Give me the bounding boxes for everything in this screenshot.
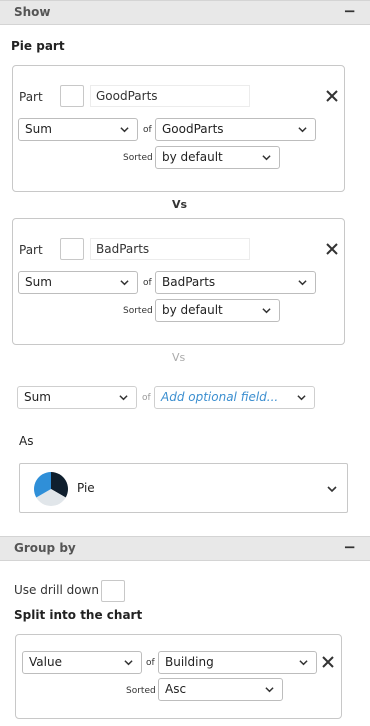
optional-field-select[interactable]: Add optional field... [154,386,315,409]
part-color-swatch[interactable] [60,85,84,107]
aggregate-value: Sum [25,122,52,136]
show-section-header[interactable]: Show − [0,0,370,25]
field-select[interactable]: GoodParts [155,118,316,141]
remove-part-icon[interactable] [325,89,339,103]
show-section-title: Show [14,5,51,19]
sort-value: by default [162,303,223,317]
split-card: Value of Building Sorted Asc [15,634,342,719]
chevron-down-icon [119,393,128,402]
group-by-section-header[interactable]: Group by − [0,536,370,561]
sort-select[interactable]: by default [155,146,280,169]
optional-aggregate-select[interactable]: Sum [17,386,137,409]
split-field-value: Building [165,655,214,669]
chevron-down-icon [299,658,308,667]
split-aggregate-value: Value [29,655,62,669]
chevron-down-icon [327,484,337,494]
part-card-badparts: Part BadParts Sum of BadParts Sorted by … [12,218,345,345]
part-name-input[interactable]: GoodParts [90,85,250,107]
of-label: of [143,278,152,288]
chevron-down-icon [120,278,129,287]
split-aggregate-select[interactable]: Value [22,651,142,674]
optional-aggregate-value: Sum [24,390,51,404]
group-by-collapse-icon[interactable]: − [343,538,356,556]
part-label: Part [19,243,43,257]
chevron-down-icon [298,278,307,287]
chevron-down-icon [124,658,133,667]
field-select[interactable]: BadParts [155,271,316,294]
chart-type-select[interactable]: Pie [19,463,348,513]
sorted-label: Sorted [123,306,153,316]
aggregate-select[interactable]: Sum [18,118,138,141]
chevron-down-icon [297,393,306,402]
vs-label: Vs [172,198,188,211]
split-field-select[interactable]: Building [158,651,317,674]
split-sort-value: Asc [165,682,187,696]
chevron-down-icon [120,125,129,134]
drill-down-checkbox[interactable] [101,580,125,602]
field-value: GoodParts [162,122,224,136]
sorted-label: Sorted [123,153,153,163]
chart-type-label: Pie [77,481,95,495]
optional-of-label: of [142,393,151,403]
of-label: of [143,125,152,135]
split-sort-select[interactable]: Asc [158,678,283,701]
optional-field-placeholder: Add optional field... [161,390,279,404]
part-card-goodparts: Part GoodParts Sum of GoodParts Sorted b… [12,65,345,192]
pie-chart-icon [34,472,68,506]
sort-value: by default [162,150,223,164]
remove-split-icon[interactable] [321,655,335,669]
chevron-down-icon [298,125,307,134]
aggregate-select[interactable]: Sum [18,271,138,294]
chevron-down-icon [262,306,271,315]
drill-down-label: Use drill down [14,583,99,597]
part-name-input[interactable]: BadParts [90,238,250,260]
group-by-section-title: Group by [14,541,76,555]
remove-part-icon[interactable] [325,242,339,256]
as-label: As [19,434,34,448]
pie-part-label: Pie part [11,39,65,53]
vs-label-2: Vs [172,351,186,364]
part-color-swatch[interactable] [60,238,84,260]
field-value: BadParts [162,275,216,289]
chevron-down-icon [265,685,274,694]
split-label: Split into the chart [14,608,143,622]
part-label: Part [19,90,43,104]
show-collapse-icon[interactable]: − [343,2,356,20]
split-sorted-label: Sorted [126,686,156,696]
split-of-label: of [146,658,155,668]
aggregate-value: Sum [25,275,52,289]
chevron-down-icon [262,153,271,162]
sort-select[interactable]: by default [155,299,280,322]
